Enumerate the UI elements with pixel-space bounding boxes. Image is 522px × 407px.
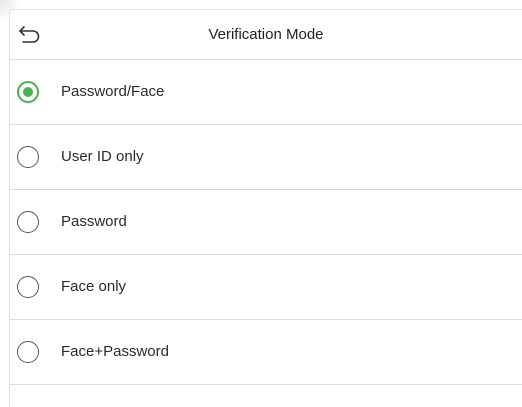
radio-dot: [23, 87, 33, 97]
option-label: User ID only: [61, 148, 144, 165]
option-label: Face only: [61, 278, 127, 295]
option-password-face[interactable]: Password/Face: [10, 60, 522, 125]
header-bar: Verification Mode: [10, 10, 522, 60]
radio-button[interactable]: [17, 81, 39, 103]
option-label: Password/Face: [61, 83, 165, 100]
option-password[interactable]: Password: [10, 190, 522, 255]
option-face-only[interactable]: Face only: [10, 255, 522, 320]
verification-mode-screen: Verification Mode Password/Face User ID …: [0, 0, 522, 407]
option-face-password[interactable]: Face+Password: [10, 320, 522, 385]
radio-button[interactable]: [17, 276, 39, 298]
option-label: Face+Password: [61, 343, 169, 360]
radio-button[interactable]: [17, 146, 39, 168]
radio-button[interactable]: [17, 211, 39, 233]
option-user-id-only[interactable]: User ID only: [10, 125, 522, 190]
radio-button[interactable]: [17, 341, 39, 363]
page-title: Verification Mode: [208, 26, 324, 43]
option-label: Password: [61, 213, 127, 230]
